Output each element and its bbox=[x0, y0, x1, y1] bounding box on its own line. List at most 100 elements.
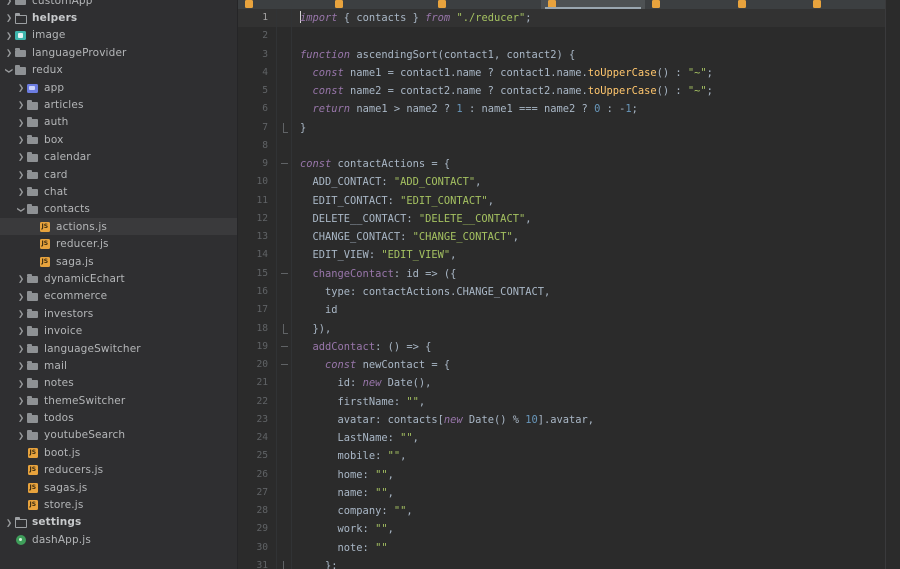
tree-item-invoice[interactable]: ❯ invoice bbox=[0, 322, 238, 339]
tree-item-reducer-js[interactable]: reducer.js bbox=[0, 235, 238, 252]
chevron-right-icon[interactable]: ❯ bbox=[16, 293, 26, 301]
tree-item-calendar[interactable]: ❯ calendar bbox=[0, 149, 238, 166]
tree-item-actions-js[interactable]: actions.js bbox=[0, 218, 238, 236]
line-number-gutter[interactable]: 1 2 3 4 5 6 7 8 9 10 11 12 13 14 15 16 17 18 19 20 21 22 23 24 2… bbox=[238, 9, 277, 569]
code-line[interactable]: const contactActions = { bbox=[292, 155, 900, 173]
chevron-right-icon[interactable]: ❯ bbox=[16, 310, 26, 318]
editor-tab-2[interactable] bbox=[431, 0, 541, 9]
code-line[interactable]: addContact: () => { bbox=[292, 338, 900, 356]
editor-tab-3[interactable] bbox=[541, 0, 646, 9]
tree-item-languageSwitcher[interactable]: ❯ languageSwitcher bbox=[0, 340, 238, 357]
line-number[interactable]: 14 bbox=[238, 246, 276, 264]
code-line[interactable]: company: "", bbox=[292, 502, 900, 520]
code-text[interactable]: import { contacts } from "./reducer"; fun… bbox=[292, 9, 900, 569]
code-line[interactable]: const name2 = contact2.name ? contact2.n… bbox=[292, 82, 900, 100]
tree-item-saga-js[interactable]: saga.js bbox=[0, 253, 238, 270]
tree-item-investors[interactable]: ❯ investors bbox=[0, 305, 238, 322]
code-line[interactable]: EDIT_VIEW: "EDIT_VIEW", bbox=[292, 246, 900, 264]
line-number[interactable]: 16 bbox=[238, 283, 276, 301]
code-line[interactable]: name: "", bbox=[292, 484, 900, 502]
code-line[interactable]: ADD_CONTACT: "ADD_CONTACT", bbox=[292, 173, 900, 191]
code-line[interactable]: return name1 > name2 ? 1 : name1 === nam… bbox=[292, 100, 900, 118]
code-line[interactable]: }), bbox=[292, 320, 900, 338]
line-number[interactable]: 4 bbox=[238, 64, 276, 82]
tree-item-helpers[interactable]: ❯ helpers bbox=[0, 9, 238, 26]
line-number[interactable]: 7 bbox=[238, 119, 276, 137]
line-number[interactable]: 5 bbox=[238, 82, 276, 100]
code-line[interactable]: const name1 = contact1.name ? contact1.n… bbox=[292, 64, 900, 82]
chevron-right-icon[interactable]: ❯ bbox=[16, 188, 26, 196]
line-number[interactable]: 20 bbox=[238, 356, 276, 374]
chevron-right-icon[interactable]: ❯ bbox=[16, 414, 26, 422]
code-line[interactable]: CHANGE_CONTACT: "CHANGE_CONTACT", bbox=[292, 228, 900, 246]
editor-tab-4[interactable] bbox=[645, 0, 731, 9]
chevron-right-icon[interactable]: ❯ bbox=[16, 153, 26, 161]
fold-toggle-icon[interactable] bbox=[277, 155, 291, 173]
tree-item-notes[interactable]: ❯ notes bbox=[0, 375, 238, 392]
fold-toggle-icon[interactable] bbox=[277, 338, 291, 356]
tree-item-settings[interactable]: ❯ settings bbox=[0, 514, 238, 531]
tree-item-customApp[interactable]: ❯ customApp bbox=[0, 0, 238, 9]
project-tree[interactable]: ❯ customApp ❯ helpers ❯ image ❯ languageProvide… bbox=[0, 0, 238, 549]
tree-item-mail[interactable]: ❯ mail bbox=[0, 357, 238, 374]
line-number[interactable]: 2 bbox=[238, 27, 276, 45]
code-line[interactable] bbox=[292, 137, 900, 155]
tree-item-dashApp-js[interactable]: dashApp.js bbox=[0, 531, 238, 548]
line-number[interactable]: 23 bbox=[238, 411, 276, 429]
code-line[interactable]: firstName: "", bbox=[292, 393, 900, 411]
line-number[interactable]: 22 bbox=[238, 393, 276, 411]
tree-item-contacts[interactable]: ❯ contacts bbox=[0, 201, 238, 218]
line-number[interactable]: 13 bbox=[238, 228, 276, 246]
fold-toggle-icon[interactable] bbox=[277, 557, 291, 569]
code-line[interactable]: home: "", bbox=[292, 466, 900, 484]
chevron-right-icon[interactable]: ❯ bbox=[16, 397, 26, 405]
tree-item-box[interactable]: ❯ box bbox=[0, 131, 238, 148]
code-line[interactable]: type: contactActions.CHANGE_CONTACT, bbox=[292, 283, 900, 301]
code-line[interactable]: changeContact: id => ({ bbox=[292, 265, 900, 283]
code-line[interactable]: work: "", bbox=[292, 520, 900, 538]
chevron-right-icon[interactable]: ❯ bbox=[16, 345, 26, 353]
tree-item-store-js[interactable]: store.js bbox=[0, 496, 238, 513]
tree-item-dynamicEchart[interactable]: ❯ dynamicEchart bbox=[0, 270, 238, 287]
line-number[interactable]: 1 bbox=[238, 9, 276, 28]
tree-item-chat[interactable]: ❯ chat bbox=[0, 183, 238, 200]
chevron-right-icon[interactable]: ❯ bbox=[4, 0, 14, 4]
line-number[interactable]: 11 bbox=[238, 192, 276, 210]
line-number[interactable]: 25 bbox=[238, 447, 276, 465]
tree-item-ecommerce[interactable]: ❯ ecommerce bbox=[0, 288, 238, 305]
line-number[interactable]: 30 bbox=[238, 539, 276, 557]
line-number[interactable]: 31 bbox=[238, 557, 276, 569]
chevron-right-icon[interactable]: ❯ bbox=[4, 14, 14, 22]
code-line[interactable]: mobile: "", bbox=[292, 447, 900, 465]
chevron-right-icon[interactable]: ❯ bbox=[16, 327, 26, 335]
line-number[interactable]: 26 bbox=[238, 466, 276, 484]
tree-item-card[interactable]: ❯ card bbox=[0, 166, 238, 183]
chevron-right-icon[interactable]: ❯ bbox=[16, 136, 26, 144]
line-number[interactable]: 29 bbox=[238, 520, 276, 538]
tree-item-reducers-js[interactable]: reducers.js bbox=[0, 462, 238, 479]
chevron-right-icon[interactable]: ❯ bbox=[4, 32, 14, 40]
tree-item-boot-js[interactable]: boot.js bbox=[0, 444, 238, 461]
chevron-down-icon[interactable]: ❯ bbox=[5, 65, 14, 75]
line-number[interactable]: 21 bbox=[238, 374, 276, 392]
line-number[interactable]: 6 bbox=[238, 100, 276, 118]
code-line[interactable]: } bbox=[292, 119, 900, 137]
tree-item-todos[interactable]: ❯ todos bbox=[0, 409, 238, 426]
chevron-right-icon[interactable]: ❯ bbox=[16, 432, 26, 440]
code-line[interactable]: EDIT_CONTACT: "EDIT_CONTACT", bbox=[292, 192, 900, 210]
tree-item-image[interactable]: ❯ image bbox=[0, 27, 238, 44]
chevron-down-icon[interactable]: ❯ bbox=[17, 204, 26, 214]
tree-item-youtubeSearch[interactable]: ❯ youtubeSearch bbox=[0, 427, 238, 444]
tree-item-auth[interactable]: ❯ auth bbox=[0, 114, 238, 131]
editor-tab-5[interactable] bbox=[731, 0, 805, 9]
tree-item-languageProvider[interactable]: ❯ languageProvider bbox=[0, 44, 238, 61]
line-number[interactable]: 24 bbox=[238, 429, 276, 447]
line-number[interactable]: 12 bbox=[238, 210, 276, 228]
line-number[interactable]: 8 bbox=[238, 137, 276, 155]
fold-toggle-icon[interactable] bbox=[277, 265, 291, 283]
chevron-right-icon[interactable]: ❯ bbox=[16, 275, 26, 283]
line-number[interactable]: 9 bbox=[238, 155, 276, 173]
line-number[interactable]: 19 bbox=[238, 338, 276, 356]
tree-item-app[interactable]: ❯ app bbox=[0, 79, 238, 96]
code-area[interactable]: 1 2 3 4 5 6 7 8 9 10 11 12 13 14 15 16 17 18 19 20 21 22 23 24 2… bbox=[238, 9, 900, 569]
